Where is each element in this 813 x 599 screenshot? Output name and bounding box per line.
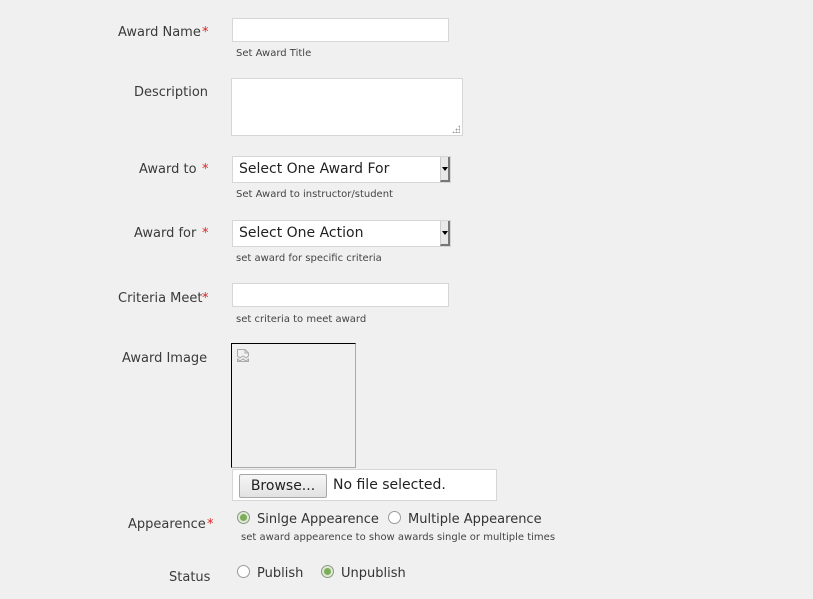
description-textarea[interactable] <box>231 78 463 136</box>
description-label: Description <box>134 85 209 100</box>
status-label: Status <box>169 570 211 585</box>
file-input[interactable]: Browse... No file selected. <box>232 469 497 501</box>
browse-button[interactable]: Browse... <box>239 474 327 498</box>
award-to-select[interactable]: Select One Award For <box>232 156 451 183</box>
award-name-hint: Set Award Title <box>236 48 312 59</box>
award-for-select[interactable]: Select One Action <box>232 220 451 247</box>
award-image-label: Award Image <box>122 351 208 366</box>
multiple-appearance-label[interactable]: Multiple Appearence <box>408 512 542 527</box>
required-marker: * <box>202 226 209 241</box>
resize-grip-icon[interactable] <box>452 125 460 133</box>
criteria-meet-label: Criteria Meet <box>118 291 203 306</box>
file-status: No file selected. <box>333 477 446 493</box>
radio-multiple-appearance[interactable] <box>388 511 401 524</box>
award-name-input[interactable] <box>232 18 449 42</box>
radio-unpublish[interactable] <box>321 565 334 578</box>
award-for-label: Award for <box>134 226 197 241</box>
required-marker: * <box>207 517 214 532</box>
required-marker: * <box>202 25 209 40</box>
award-name-label: Award Name <box>118 25 201 40</box>
unpublish-label[interactable]: Unpublish <box>341 566 406 581</box>
appearance-hint: set award appearence to show awards sing… <box>241 532 556 543</box>
required-marker: * <box>202 162 209 177</box>
appearance-label: Appearence <box>128 517 206 532</box>
dropdown-arrow-icon[interactable] <box>440 221 450 246</box>
award-for-hint: set award for specific criteria <box>236 253 382 264</box>
award-to-label: Award to <box>139 162 197 177</box>
award-image-preview <box>231 343 356 468</box>
publish-label[interactable]: Publish <box>257 566 303 581</box>
dropdown-arrow-icon[interactable] <box>440 157 450 182</box>
criteria-meet-hint: set criteria to meet award <box>236 314 367 325</box>
radio-single-appearance[interactable] <box>237 511 250 524</box>
single-appearance-label[interactable]: Sinlge Appearence <box>257 512 379 527</box>
award-to-selected: Select One Award For <box>239 161 390 177</box>
radio-publish[interactable] <box>237 565 250 578</box>
award-to-hint: Set Award to instructor/student <box>236 189 393 200</box>
broken-image-icon <box>237 349 249 362</box>
required-marker: * <box>202 291 209 306</box>
criteria-meet-input[interactable] <box>232 283 449 307</box>
award-for-selected: Select One Action <box>239 225 364 241</box>
